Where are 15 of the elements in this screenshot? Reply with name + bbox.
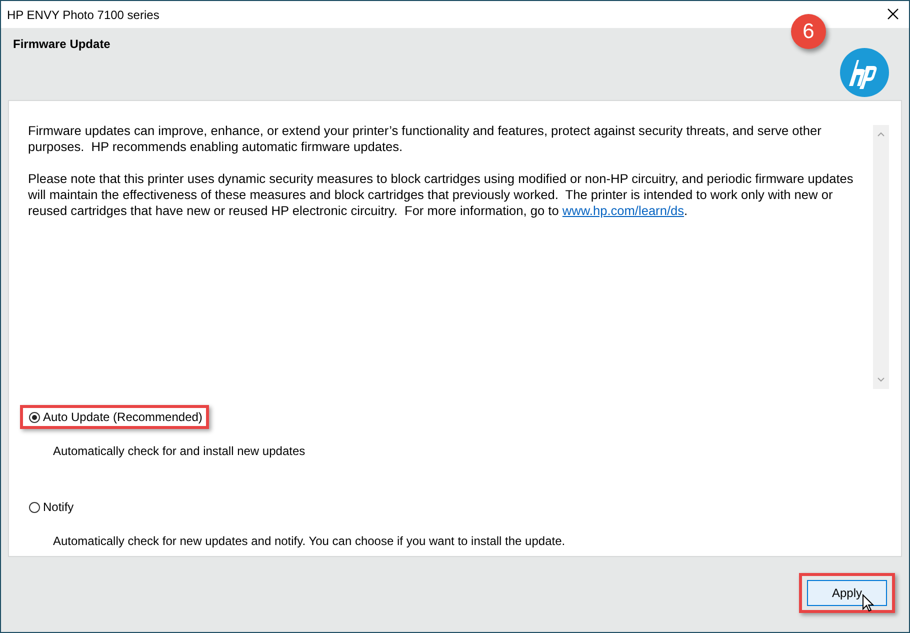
window-title: HP ENVY Photo 7100 series bbox=[7, 8, 160, 22]
radio-button[interactable] bbox=[29, 502, 40, 512]
radio-label[interactable]: Auto Update (Recommended) bbox=[43, 410, 202, 424]
scrollbar[interactable] bbox=[873, 125, 889, 389]
radio-label[interactable]: Notify bbox=[43, 500, 74, 514]
paragraph: Firmware updates can improve, enhance, or extend your printer’s functionality and features, protect against security threats, and serve other purposes. HP recommends enabling automatic firmware updates. bbox=[28, 123, 822, 155]
link[interactable]: www.hp.com/learn/ds bbox=[562, 203, 684, 218]
cursor-icon bbox=[862, 594, 874, 612]
page-title: Firmware Update bbox=[13, 37, 110, 51]
apply-button[interactable]: Apply bbox=[807, 580, 887, 606]
paragraph: Please note that this printer uses dynamic security measures to block cartridges using modified or non-HP circuitry, and periodic firmware updates will maintain the effectiveness of these measures and block cartridges that previously worked. The printer is intended to work only with new or reused cartridges that have new or reused HP electronic circuitry. For more information, go to www.hp.com/learn/ds. bbox=[28, 171, 854, 219]
option-description: Automatically check for new updates and notify. You can choose if you want to install the update. bbox=[53, 534, 566, 548]
option-description: Automatically check for and install new updates bbox=[53, 444, 306, 458]
logo-icon bbox=[840, 48, 889, 97]
radio-button[interactable] bbox=[29, 412, 40, 422]
